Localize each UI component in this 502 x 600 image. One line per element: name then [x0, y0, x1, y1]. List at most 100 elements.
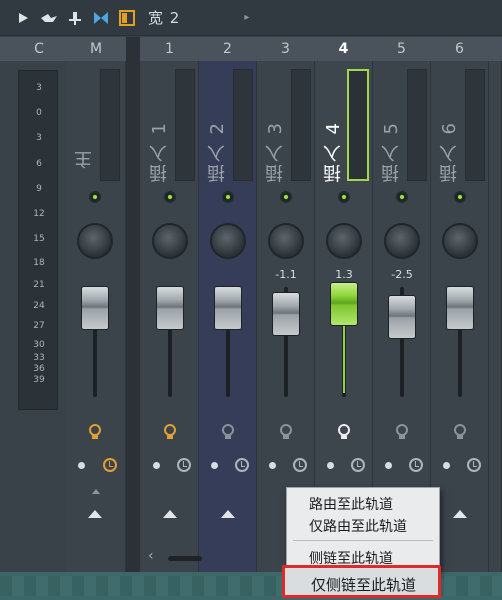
clock-icon[interactable] — [467, 458, 481, 472]
enable-led[interactable] — [280, 191, 292, 203]
volume-fader[interactable] — [272, 292, 300, 336]
pan-knob[interactable] — [268, 223, 304, 259]
scroll-left-icon[interactable]: ‹ — [148, 548, 154, 564]
send-arrow-icon[interactable] — [88, 510, 102, 518]
toolbar-title: 宽 2 — [148, 9, 181, 27]
header-col-m[interactable]: M — [68, 37, 124, 61]
meter-tick: 15 — [33, 234, 45, 244]
enable-led[interactable] — [338, 191, 350, 203]
strip-insert-1[interactable]: 插入 1 — [141, 61, 199, 572]
enable-led[interactable] — [454, 191, 466, 203]
header-col-2[interactable]: 2 — [199, 37, 256, 61]
square-panel-icon[interactable] — [116, 7, 138, 29]
volume-fader[interactable] — [446, 286, 474, 330]
lamp-icon[interactable] — [337, 423, 351, 441]
menu-item-route-only[interactable]: 仅路由至此轨道 — [309, 516, 407, 536]
lamp-icon[interactable] — [163, 423, 177, 441]
menu-item-sidechain-only-label: 仅侧链至此轨道 — [311, 576, 417, 594]
track-name[interactable]: 插入 4 — [321, 121, 344, 182]
volume-fader[interactable] — [330, 282, 358, 326]
routing-dot[interactable] — [443, 462, 450, 469]
pan-knob[interactable] — [210, 223, 246, 259]
enable-led[interactable] — [164, 191, 176, 203]
enable-led[interactable] — [222, 191, 234, 203]
header-col-1[interactable]: 1 — [141, 37, 198, 61]
lamp-icon[interactable] — [453, 423, 467, 441]
clock-icon[interactable] — [293, 458, 307, 472]
lamp-icon[interactable] — [395, 423, 409, 441]
enable-led[interactable] — [89, 191, 101, 203]
track-name[interactable]: 插入 1 — [147, 121, 170, 182]
header-col-3[interactable]: 3 — [257, 37, 314, 61]
bowtie-icon[interactable] — [90, 7, 112, 29]
header-col-6[interactable]: 6 — [431, 37, 488, 61]
meter-tick: 39 — [33, 375, 45, 385]
pin-icon[interactable] — [64, 7, 86, 29]
lamp-icon[interactable] — [221, 423, 235, 441]
clock-icon[interactable] — [177, 458, 191, 472]
meter-tick: 21 — [33, 280, 45, 290]
track-name[interactable]: 插入 5 — [379, 121, 402, 182]
menu-item-route[interactable]: 路由至此轨道 — [309, 494, 393, 514]
meter-tick: 3 — [36, 133, 42, 143]
scroll-thumb[interactable] — [168, 556, 202, 561]
header-col-c[interactable]: C — [16, 37, 62, 61]
meter-tick: 18 — [33, 258, 45, 268]
clock-icon[interactable] — [103, 458, 117, 472]
strip-master[interactable]: 主 — [66, 61, 126, 572]
lamp-icon[interactable] — [88, 423, 102, 441]
pan-knob[interactable] — [77, 223, 113, 259]
routing-dot[interactable] — [153, 462, 160, 469]
lamp-icon[interactable] — [279, 423, 293, 441]
send-arrow-icon[interactable] — [453, 510, 467, 518]
header-col-5[interactable]: 5 — [373, 37, 430, 61]
header-col-4[interactable]: 4 — [315, 37, 372, 61]
clock-icon[interactable] — [409, 458, 423, 472]
enable-led[interactable] — [396, 191, 408, 203]
routing-dot[interactable] — [78, 462, 85, 469]
strip-insert-2[interactable]: 插入 2 — [199, 61, 257, 572]
send-arrow-icon[interactable] — [221, 510, 235, 518]
meter-tick: 27 — [33, 321, 45, 331]
meter-tick: 24 — [33, 301, 45, 311]
volume-fader[interactable] — [388, 295, 416, 339]
routing-dot[interactable] — [211, 462, 218, 469]
pan-value: -2.5 — [391, 268, 413, 281]
volume-fader[interactable] — [81, 286, 109, 330]
routing-dot[interactable] — [385, 462, 392, 469]
routing-dot[interactable] — [269, 462, 276, 469]
arrow-right-icon[interactable] — [12, 7, 34, 29]
routing-dot[interactable] — [327, 462, 334, 469]
volume-fader[interactable] — [156, 286, 184, 330]
mixer-header: C M 1 2 3 4 5 6 — [0, 37, 502, 61]
meter-tick: 0 — [36, 108, 42, 118]
peak-meter — [291, 69, 311, 181]
meter-tick: 3 — [36, 83, 42, 93]
master-meter: 3 0 3 6 9 12 15 18 21 24 27 30 33 36 39 — [18, 70, 58, 410]
pan-knob[interactable] — [442, 223, 478, 259]
pan-knob[interactable] — [326, 223, 362, 259]
bird-icon[interactable] — [38, 7, 60, 29]
meter-tick: 36 — [33, 364, 45, 374]
meter-tick: 33 — [33, 353, 45, 363]
chevron-up-icon[interactable] — [92, 489, 100, 494]
mixer-toolbar: 宽 2 ▸ — [0, 0, 502, 36]
peak-meter — [175, 69, 195, 181]
send-arrow-icon[interactable] — [163, 510, 177, 518]
meter-tick: 9 — [36, 184, 42, 194]
clock-icon[interactable] — [235, 458, 249, 472]
pan-knob[interactable] — [152, 223, 188, 259]
strip-divider[interactable] — [126, 37, 140, 572]
horizontal-scrollbar[interactable]: ‹ — [140, 548, 285, 570]
menu-separator — [293, 540, 433, 541]
meter-tick: 6 — [36, 159, 42, 169]
toolbar-menu-arrow[interactable]: ▸ — [244, 12, 249, 23]
menu-item-sidechain-only[interactable]: 仅侧链至此轨道 — [282, 565, 441, 598]
pan-knob[interactable] — [384, 223, 420, 259]
track-name[interactable]: 主 — [72, 149, 95, 169]
track-name[interactable]: 插入 3 — [263, 121, 286, 182]
clock-icon[interactable] — [351, 458, 365, 472]
track-name[interactable]: 插入 2 — [205, 121, 228, 182]
track-name[interactable]: 插入 6 — [437, 121, 460, 182]
volume-fader[interactable] — [214, 286, 242, 330]
